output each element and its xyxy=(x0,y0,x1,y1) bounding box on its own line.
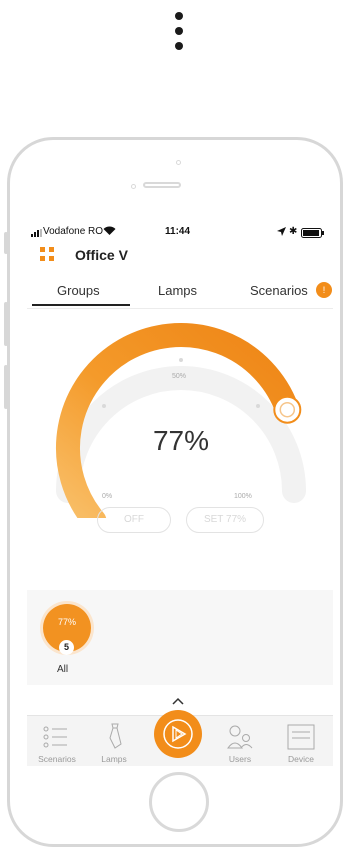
group-name: All xyxy=(57,664,69,675)
tabbar-label: Scenarios xyxy=(38,754,76,764)
dimmer-level-value: 77% xyxy=(152,425,210,456)
grid-icon[interactable] xyxy=(40,247,55,267)
side-button xyxy=(4,365,8,409)
users-icon xyxy=(227,725,253,749)
tabbar-lamps[interactable]: Lamps xyxy=(84,716,144,766)
clock: 11:44 xyxy=(165,226,191,237)
play-icon xyxy=(163,719,193,749)
app-screen: Vodafone RO 11:44 ✱ Office V Groups Lamp… xyxy=(27,220,333,766)
group-item-all[interactable]: 77% 5 xyxy=(39,600,95,656)
signal-icon xyxy=(31,229,43,240)
tab-active-indicator xyxy=(32,304,130,306)
device-icon xyxy=(287,724,315,750)
gauge-min-label: 0% xyxy=(102,493,113,500)
wifi-icon xyxy=(103,226,116,239)
tabbar-users[interactable]: Users xyxy=(210,716,270,766)
scenarios-badge: ! xyxy=(316,282,332,298)
tab-lamps[interactable]: Lamps xyxy=(158,283,197,298)
gauge-tick xyxy=(179,358,183,362)
gauge-tick xyxy=(256,404,260,408)
home-button[interactable] xyxy=(149,772,209,832)
tab-scenarios[interactable]: Scenarios xyxy=(250,283,308,298)
gauge-knob xyxy=(273,395,302,424)
groups-list: 77% 5 All xyxy=(27,590,333,685)
tab-groups[interactable]: Groups xyxy=(57,283,100,298)
battery-icon xyxy=(301,228,325,241)
group-lamp-count: 5 xyxy=(59,640,74,655)
tabbar-device[interactable]: Device xyxy=(271,716,331,766)
camera-dot xyxy=(131,184,136,189)
chevron-up-icon[interactable] xyxy=(172,692,184,710)
carrier-name: Vodafone RO xyxy=(43,226,104,237)
tabbar-scenarios[interactable]: Scenarios xyxy=(27,716,87,766)
tabbar-label: Users xyxy=(228,754,252,764)
lamp-icon xyxy=(109,723,122,749)
gauge-tick xyxy=(102,404,106,408)
location-icon xyxy=(277,227,286,239)
list-icon xyxy=(43,726,67,748)
gauge-mid-label: 50% xyxy=(172,373,187,380)
tabbar-label: Device xyxy=(288,754,314,764)
status-bar: Vodafone RO 11:44 ✱ xyxy=(27,226,333,240)
tabbar-label: Lamps xyxy=(101,754,127,764)
page-title: Office V xyxy=(75,247,128,263)
group-level-label: 77% xyxy=(57,617,76,627)
tabbar-center-button[interactable] xyxy=(154,710,202,758)
earpiece xyxy=(143,182,181,188)
bottom-tab-bar: Scenarios Lamps Users Device xyxy=(27,710,333,766)
dimmer-gauge[interactable] xyxy=(27,308,333,518)
side-button xyxy=(4,232,8,254)
gauge-max-label: 100% xyxy=(234,493,252,500)
side-button xyxy=(4,302,8,346)
sensor-dot xyxy=(176,160,181,165)
off-button[interactable]: OFF xyxy=(97,507,171,533)
bluetooth-icon: ✱ xyxy=(289,226,298,237)
kebab-menu-icon[interactable] xyxy=(175,12,183,57)
set-level-button[interactable]: SET 77% xyxy=(186,507,264,533)
